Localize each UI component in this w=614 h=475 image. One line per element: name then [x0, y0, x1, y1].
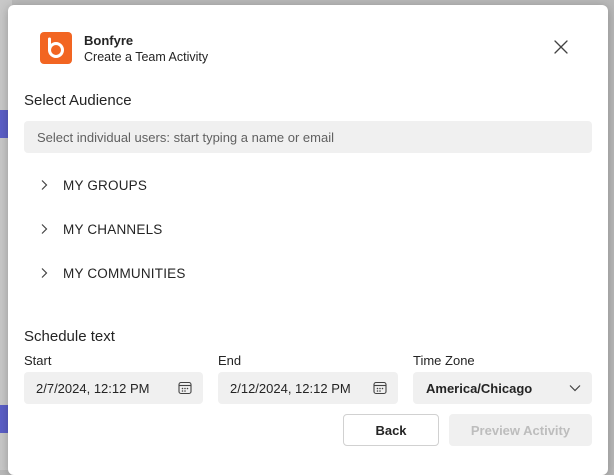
preview-activity-button[interactable]: Preview Activity [449, 414, 592, 446]
timezone-label: Time Zone [413, 353, 475, 368]
start-date-value: 2/7/2024, 12:12 PM [36, 380, 150, 396]
background-accent [0, 405, 8, 433]
tree-item-my-channels[interactable]: MY CHANNELS [38, 218, 162, 240]
tree-item-my-communities[interactable]: MY COMMUNITIES [38, 262, 186, 284]
calendar-icon[interactable] [177, 380, 193, 396]
dialog-header: Bonfyre Create a Team Activity [40, 32, 608, 72]
chevron-right-icon [38, 223, 50, 235]
dialog-subtitle: Create a Team Activity [84, 50, 209, 64]
end-date-field[interactable]: 2/12/2024, 12:12 PM [218, 372, 398, 404]
tree-item-label: MY COMMUNITIES [63, 265, 186, 281]
tree-item-label: MY GROUPS [63, 177, 148, 193]
chevron-right-icon [38, 267, 50, 279]
select-audience-title: Select Audience [24, 92, 132, 109]
timezone-select[interactable]: America/Chicago [413, 372, 592, 404]
timezone-value: America/Chicago [426, 380, 533, 396]
start-date-field[interactable]: 2/7/2024, 12:12 PM [24, 372, 203, 404]
bonfyre-logo-icon [40, 32, 72, 64]
tree-item-my-groups[interactable]: MY GROUPS [38, 174, 147, 196]
back-button[interactable]: Back [343, 414, 439, 446]
start-label: Start [24, 353, 52, 368]
chevron-right-icon [38, 179, 50, 191]
close-button[interactable] [551, 37, 571, 57]
calendar-icon[interactable] [372, 380, 388, 396]
tree-item-label: MY CHANNELS [63, 221, 163, 237]
schedule-title: Schedule text [24, 328, 115, 345]
user-search-input[interactable] [24, 121, 592, 153]
end-date-value: 2/12/2024, 12:12 PM [230, 380, 351, 396]
app-name: Bonfyre [84, 33, 134, 48]
create-activity-dialog: Bonfyre Create a Team Activity Select Au… [8, 5, 608, 475]
chevron-down-icon [568, 381, 582, 395]
end-label: End [218, 353, 242, 368]
close-icon [554, 40, 568, 54]
background-accent [0, 110, 8, 138]
